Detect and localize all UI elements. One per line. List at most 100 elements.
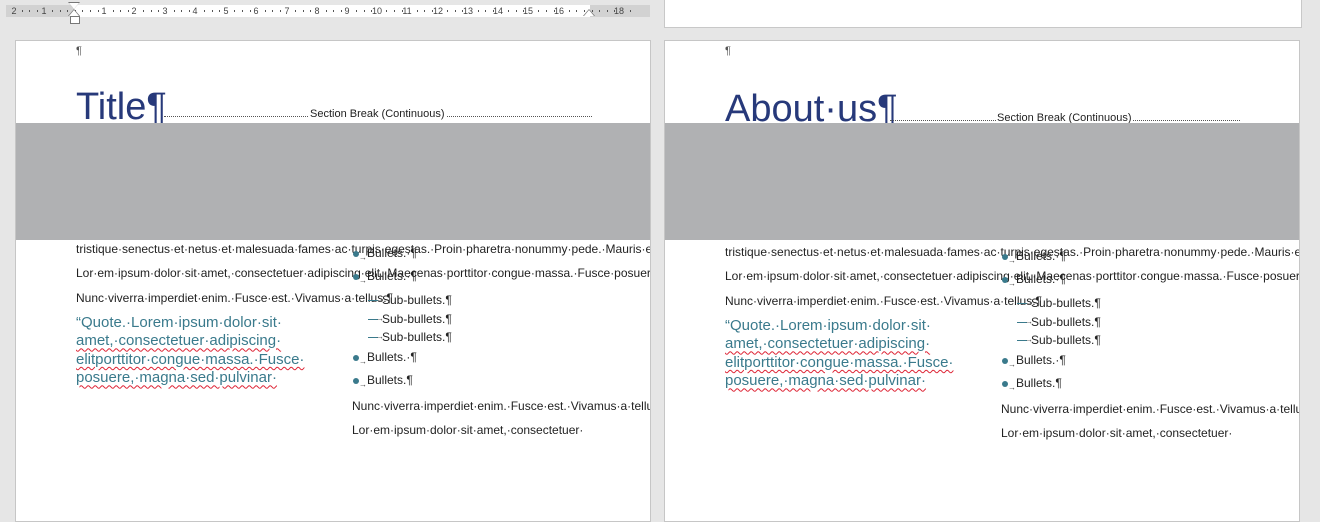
ruler-tick (599, 10, 600, 12)
tab-arrow-icon: → (359, 379, 367, 389)
ruler-tick-label: 15 (522, 6, 534, 16)
ruler-tick (417, 10, 418, 12)
section-break-label: Section Break (Continuous) (309, 108, 446, 120)
ruler-tick-label: 1 (41, 6, 47, 16)
ruler-tick (607, 10, 608, 12)
ruler-tick-label: 8 (314, 6, 320, 16)
document-page[interactable]: ¶ Title¶ Section Break (Continuous) tris… (15, 40, 651, 522)
ruler-tick (303, 10, 304, 12)
ruler-tick (212, 10, 213, 12)
banner-image[interactable] (665, 123, 1299, 240)
ruler-tick (554, 10, 555, 12)
ruler-tick (265, 10, 266, 12)
ruler-tick (546, 10, 547, 12)
ruler-tick (37, 10, 38, 12)
ruler-tick (158, 10, 159, 12)
tab-arrow-icon: → (376, 295, 384, 304)
ruler-tick (455, 10, 456, 12)
ruler-tick (98, 10, 99, 12)
quote-block: “Quote.·Lorem·ipsum·dolor·sit· amet,·con… (76, 314, 316, 388)
ruler-tick (493, 10, 494, 12)
quote-line: elitporttitor·congue·massa.·Fusce· (725, 353, 954, 371)
bullet-item: → Bullets.·¶ (1001, 271, 1246, 288)
left-text-column[interactable]: tristique·senectus·et·netus·et·malesuada… (725, 244, 1300, 391)
bullet-item: → Bullets.·¶ (352, 268, 597, 285)
ruler-tick (516, 10, 517, 12)
document-page[interactable]: ¶ About·us¶ Section Break (Continuous) t… (664, 40, 1300, 522)
sub-bullet-item: → Sub-bullets.¶ (1001, 331, 1246, 350)
ruler-tick (630, 10, 631, 12)
ruler-tick (128, 10, 129, 12)
ruler-tick (447, 10, 448, 12)
ruler-tick-label: 18 (613, 6, 625, 16)
ruler-tick (189, 10, 190, 12)
left-indent-marker[interactable] (70, 16, 80, 24)
right-indent-marker-fill (584, 10, 594, 16)
tab-arrow-icon: → (1008, 359, 1016, 369)
ruler-tick (523, 10, 524, 12)
body-paragraph: Lor·em·ipsum·dolor·sit·amet,·consectetue… (76, 266, 651, 281)
ruler-tick (22, 10, 23, 12)
ruler-tick (569, 10, 570, 12)
ruler-tick (250, 10, 251, 12)
left-text-column[interactable]: tristique·senectus·et·netus·et·malesuada… (76, 241, 651, 388)
ruler-tick-label: 13 (462, 6, 474, 16)
ruler-tick (181, 10, 182, 12)
banner-image[interactable] (16, 123, 650, 240)
ruler-tick-label: 12 (432, 6, 444, 16)
ruler-tick (538, 10, 539, 12)
tab-arrow-icon: → (376, 313, 384, 323)
body-paragraph: tristique·senectus·et·netus·et·malesuada… (725, 245, 1300, 259)
sub-bullet-item: → Sub-bullets.¶ (352, 291, 597, 310)
ruler-tick-label: 16 (553, 6, 565, 16)
bullet-item: → Bullets.·¶ (1001, 248, 1246, 265)
ruler-tick-label: 14 (492, 6, 504, 16)
ruler-tick (295, 10, 296, 12)
ruler-tick-label: 2 (131, 6, 137, 16)
quote-line: elitporttitor·congue·massa.·Fusce· (76, 350, 305, 368)
bullet-item: → Bullets.·¶ (352, 245, 597, 262)
ruler-tick-label: 6 (253, 6, 259, 16)
previous-page-bottom (664, 0, 1302, 28)
ruler-tick (371, 10, 372, 12)
sub-bullet-item: → Sub-bullets.¶ (352, 310, 597, 329)
ruler-tick (113, 10, 114, 12)
ruler-tick (432, 10, 433, 12)
sub-bullet-item: → Sub-bullets.¶ (1001, 313, 1246, 332)
tab-arrow-icon: → (1025, 335, 1033, 344)
ruler-tick (52, 10, 53, 12)
quote-line: posuere,·magna·sed·pulvinar· (725, 372, 926, 390)
ruler-tick (614, 10, 615, 12)
body-paragraph: Nunc·viverra·imperdiet·enim.·Fusce·est.·… (1001, 401, 1300, 416)
ruler-tick (272, 10, 273, 12)
ruler-tick (508, 10, 509, 12)
ruler-tick-label: 3 (162, 6, 168, 16)
right-text-column[interactable]: → Bullets.·¶ → Bullets.·¶ → Sub-bullets.¶ →… (352, 245, 650, 446)
ruler-tick (174, 10, 175, 12)
sub-bullet-item: → Sub-bullets.¶ (352, 328, 597, 347)
ruler-tick (143, 10, 144, 12)
body-paragraph: Lor·em·ipsum·dolor·sit·amet,·consectetue… (352, 422, 584, 437)
right-text-column[interactable]: → Bullets.·¶ → Bullets.·¶ → Sub-bullets.¶ →… (1001, 248, 1300, 449)
paragraph-mark: ¶ (76, 45, 82, 57)
ruler-tick-label: 5 (223, 6, 229, 16)
tab-arrow-icon: → (376, 332, 384, 341)
quote-line: amet,·consectetuer·adipiscing· (725, 335, 931, 353)
bullet-item: → Bullets.¶ (352, 372, 597, 389)
ruler-tick (402, 10, 403, 12)
ruler-tick (90, 10, 91, 12)
quote-line: amet,·consectetuer·adipiscing· (76, 332, 282, 350)
tab-arrow-icon: → (1008, 382, 1016, 392)
ruler-tick (151, 10, 152, 12)
ruler-tick (204, 10, 205, 12)
ruler-tick (341, 10, 342, 12)
ruler-tick-label: 4 (192, 6, 198, 16)
body-paragraph: Lor·em·ipsum·dolor·sit·amet,·consectetue… (1001, 425, 1233, 440)
ruler-tick (29, 10, 30, 12)
page-title[interactable]: Title¶ (76, 87, 167, 127)
bullet-item: → Bullets.·¶ (1001, 352, 1246, 369)
ruler-tick (462, 10, 463, 12)
ruler-tick-label: 11 (402, 6, 412, 16)
tab-arrow-icon: → (359, 253, 367, 262)
ruler-tick (576, 10, 577, 12)
